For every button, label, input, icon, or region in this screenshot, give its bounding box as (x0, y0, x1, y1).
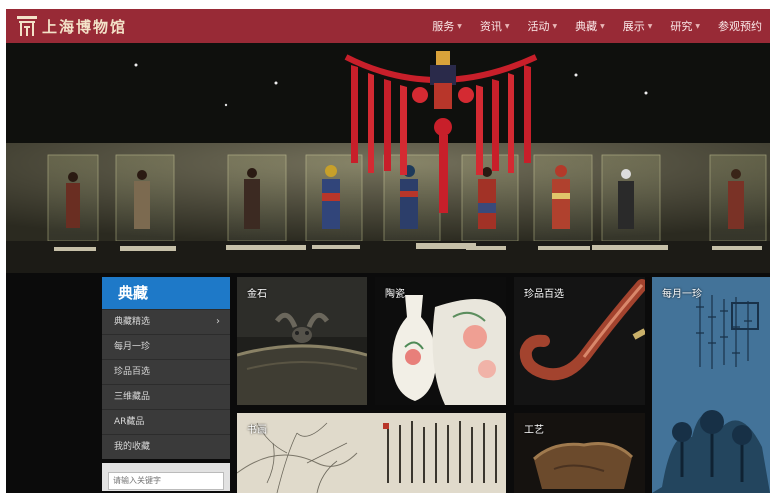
sidebar-item-monthly-treasure[interactable]: 每月一珍 (102, 334, 230, 359)
nav-item-collection[interactable]: 典藏 ▼ (575, 18, 605, 34)
site-header: 上海博物馆 服务 ▼ 资讯 ▼ 活动 ▼ 典藏 ▼ 展示 ▼ 研究 ▼ 参观预约 (6, 9, 770, 43)
search-input[interactable] (108, 471, 224, 490)
tile-label: 陶瓷 (385, 289, 405, 300)
nav-item-research[interactable]: 研究 ▼ (670, 18, 700, 34)
sidebar-item-label: 我的收藏 (114, 442, 151, 452)
sidebar-item-label: AR藏品 (114, 417, 145, 427)
sidebar-item-label: 珍品百选 (114, 367, 151, 377)
sidebar-title: 典藏 (102, 277, 230, 309)
tile-bronze-stone[interactable]: 金石 (237, 277, 367, 405)
nav-item-events[interactable]: 活动 ▼ (528, 18, 558, 34)
sidebar-item-label: 三维藏品 (114, 392, 151, 402)
tile-monthly-treasure[interactable]: 每月一珍 (652, 277, 770, 493)
caret-down-icon: ▼ (552, 22, 558, 30)
nav-item-label: 资讯 (479, 20, 502, 33)
sidebar-item-top-hundred[interactable]: 珍品百选 (102, 359, 230, 384)
site-title[interactable]: 上海博物馆 (42, 16, 127, 37)
caret-down-icon: ▼ (504, 22, 510, 30)
sidebar-item-3d[interactable]: 三维藏品 (102, 384, 230, 409)
main-nav: 服务 ▼ 资讯 ▼ 活动 ▼ 典藏 ▼ 展示 ▼ 研究 ▼ 参观预约 (414, 9, 762, 43)
tile-crafts[interactable]: 工艺 (514, 413, 645, 493)
nav-item-service[interactable]: 服务 ▼ (432, 18, 462, 34)
tile-ceramics[interactable]: 陶瓷 (375, 277, 506, 405)
tile-label: 工艺 (524, 425, 544, 436)
tile-label: 珍品百选 (524, 289, 564, 300)
tile-painting-calligraphy[interactable]: 书画 (237, 413, 506, 493)
caret-down-icon: ▼ (647, 22, 653, 30)
page-frame: 上海博物馆 服务▼ 资讯▼ 活动▼ 典藏▼ 展示▼ 研究▼ 参观预约 (6, 9, 770, 493)
nav-item-label: 研究 (670, 20, 693, 33)
nav-item-label: 展示 (622, 20, 645, 33)
caret-down-icon: ▼ (695, 22, 700, 30)
nav-item-label: 参观预约 (718, 20, 762, 33)
nav-item-visit-booking[interactable]: 参观预约 (718, 18, 762, 34)
tile-top-hundred[interactable]: 珍品百选 (514, 277, 645, 405)
chevron-right-icon: › (216, 316, 220, 327)
blue-scroll-painting (652, 277, 770, 493)
caret-down-icon: ▼ (457, 22, 462, 30)
tile-label: 金石 (247, 289, 267, 300)
nav-item-label: 服务 (432, 20, 455, 33)
tile-label: 每月一珍 (662, 289, 702, 300)
nav-item-exhibitions[interactable]: 展示 ▼ (623, 18, 653, 34)
tile-label: 书画 (247, 425, 267, 436)
nav-item-label: 活动 (527, 20, 550, 33)
gallery-photo (6, 43, 770, 273)
sidebar-item-ar[interactable]: AR藏品 (102, 409, 230, 434)
sidebar-item-label: 典藏精选 (114, 317, 151, 327)
hero-banner[interactable] (6, 43, 770, 273)
sidebar-item-my-favorites[interactable]: 我的收藏 (102, 434, 230, 459)
sidebar-item-label: 每月一珍 (114, 342, 151, 352)
sidebar-item-featured[interactable]: 典藏精选 › (102, 309, 230, 334)
nav-item-label: 典藏 (575, 20, 598, 33)
museum-logo-icon[interactable] (16, 15, 38, 37)
caret-down-icon: ▼ (600, 22, 605, 30)
collection-sidebar: 典藏 典藏精选 › 每月一珍 珍品百选 三维藏品 AR藏品 我的收藏 (102, 277, 230, 491)
ink-painting-photo (237, 413, 506, 493)
nav-item-news[interactable]: 资讯 ▼ (480, 18, 510, 34)
search-box (102, 463, 230, 491)
